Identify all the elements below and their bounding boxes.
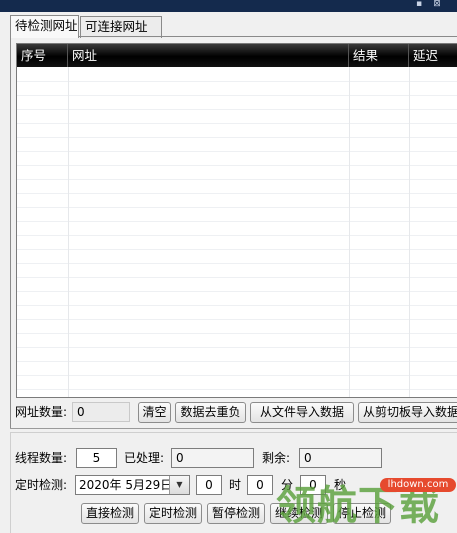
direct-check-button[interactable]: 直接检测 xyxy=(81,503,139,524)
grid-row-line xyxy=(17,235,457,236)
grid-row-line xyxy=(17,291,457,292)
stop-check-button[interactable]: 停止检测 xyxy=(333,503,391,524)
grid-row-line xyxy=(17,81,457,82)
remaining-field: 0 xyxy=(299,448,382,468)
title-bar: ▪ ⊠ xyxy=(0,0,457,12)
grid-row-line xyxy=(17,361,457,362)
column-header-index[interactable]: 序号 xyxy=(17,44,68,67)
divider xyxy=(10,428,457,429)
processed-field: 0 xyxy=(171,448,254,468)
grid-row-line xyxy=(17,179,457,180)
grid-header: 序号 网址 结果 延迟 xyxy=(17,44,457,67)
schedule-date-picker[interactable]: 2020年 5月29日 ▼ xyxy=(75,475,190,495)
dedupe-button[interactable]: 数据去重负 xyxy=(175,402,246,423)
grid-column-line xyxy=(68,67,69,397)
minute-input[interactable]: 0 xyxy=(247,475,273,495)
grid-row-line xyxy=(17,123,457,124)
grid-row-line xyxy=(17,305,457,306)
column-header-latency[interactable]: 延迟 xyxy=(409,44,457,67)
grid-row-line xyxy=(17,109,457,110)
dropdown-arrow-icon[interactable]: ▼ xyxy=(169,476,189,494)
threads-label: 线程数量: xyxy=(15,451,68,465)
processed-label: 已处理: xyxy=(124,451,165,465)
import-clipboard-button[interactable]: 从剪切板导入数据 xyxy=(358,402,457,423)
remaining-label: 剩余: xyxy=(262,451,291,465)
url-count-field: 0 xyxy=(72,402,130,422)
minute-unit-label: 分 xyxy=(281,478,294,492)
grid-row-line xyxy=(17,263,457,264)
grid-row-line xyxy=(17,221,457,222)
column-header-url[interactable]: 网址 xyxy=(68,44,349,67)
schedule-label: 定时检测: xyxy=(15,478,68,492)
grid-row-line xyxy=(17,151,457,152)
threads-input[interactable]: 5 xyxy=(76,448,117,468)
grid-row-line xyxy=(17,95,457,96)
tab-pending-urls[interactable]: 待检测网址 xyxy=(10,15,79,38)
hour-unit-label: 时 xyxy=(229,478,242,492)
grid-row-line xyxy=(17,193,457,194)
second-unit-label: 秒 xyxy=(334,478,347,492)
pause-check-button[interactable]: 暂停检测 xyxy=(207,503,265,524)
grid-column-line xyxy=(349,67,350,397)
import-file-button[interactable]: 从文件导入数据 xyxy=(250,402,354,423)
schedule-date-value: 2020年 5月29日 xyxy=(79,478,173,492)
grid-row-line xyxy=(17,347,457,348)
resume-check-button[interactable]: 继续检测 xyxy=(270,503,328,524)
grid-row-line xyxy=(17,375,457,376)
minimize-icon[interactable]: ▪ xyxy=(410,0,428,9)
tab-connectable-urls[interactable]: 可连接网址 xyxy=(80,16,162,38)
grid-row-line xyxy=(17,207,457,208)
grid-row-line xyxy=(17,333,457,334)
hour-input[interactable]: 0 xyxy=(196,475,222,495)
url-grid[interactable]: 序号 网址 结果 延迟 xyxy=(16,43,457,398)
grid-row-line xyxy=(17,137,457,138)
grid-row-line xyxy=(17,165,457,166)
clear-button[interactable]: 清空 xyxy=(138,402,171,423)
grid-row-line xyxy=(17,389,457,390)
grid-row-line xyxy=(17,277,457,278)
grid-row-line xyxy=(17,249,457,250)
grid-column-line xyxy=(409,67,410,397)
close-icon[interactable]: ⊠ xyxy=(428,0,446,9)
grid-row-line xyxy=(17,319,457,320)
url-count-label: 网址数量: xyxy=(15,405,68,419)
timed-check-button[interactable]: 定时检测 xyxy=(144,503,202,524)
column-header-result[interactable]: 结果 xyxy=(349,44,409,67)
grid-body xyxy=(17,67,457,397)
second-input[interactable]: 0 xyxy=(300,475,326,495)
